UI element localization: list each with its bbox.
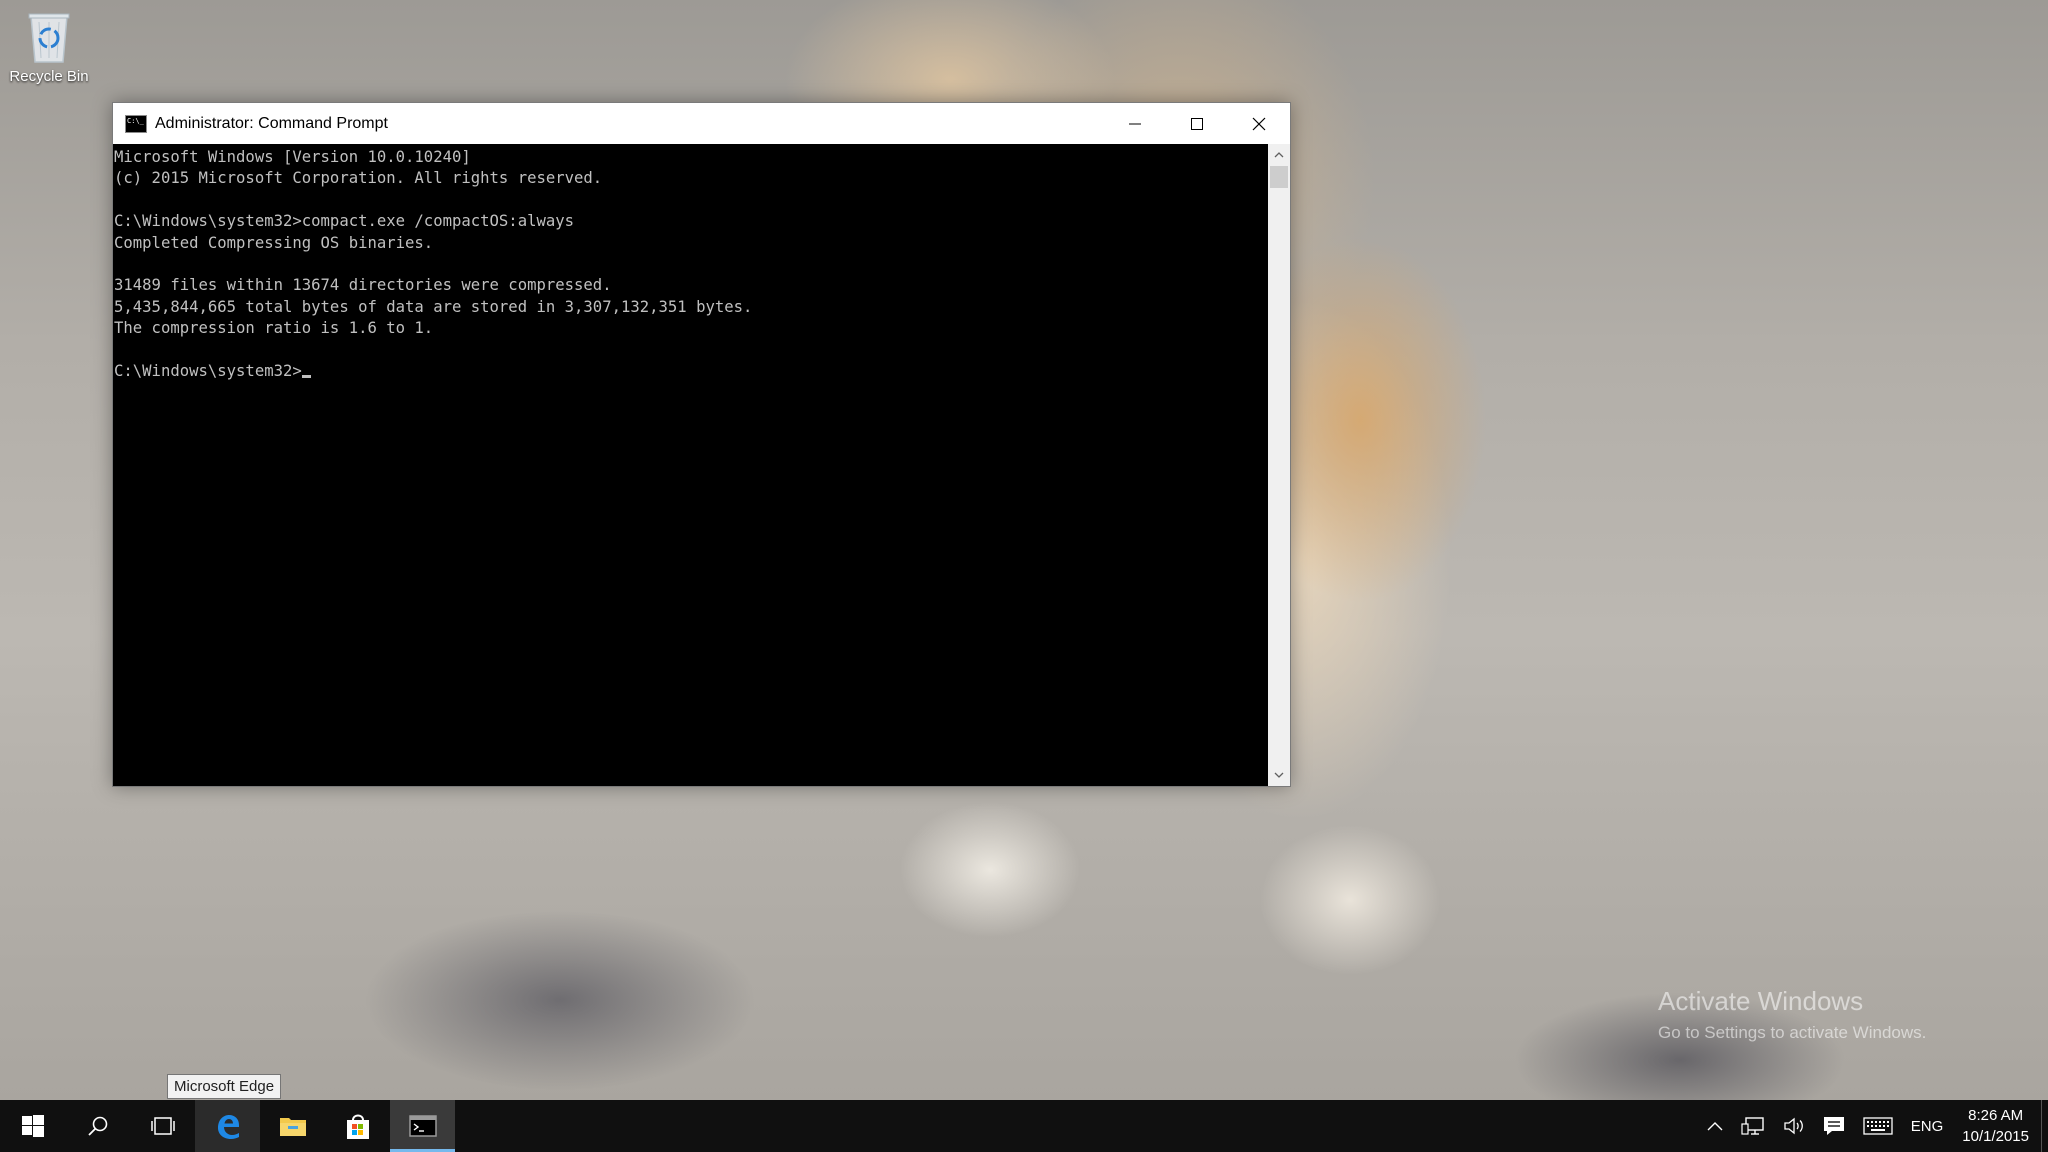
taskbar: ENG 8:26 AM 10/1/2015 (0, 1100, 2048, 1152)
chevron-up-icon (1274, 152, 1284, 158)
recycle-bin-icon (25, 6, 73, 63)
maximize-button[interactable] (1166, 103, 1228, 144)
minimize-button[interactable] (1104, 103, 1166, 144)
show-hidden-icons-button[interactable] (1698, 1100, 1732, 1152)
input-language-button[interactable]: ENG (1902, 1100, 1953, 1152)
task-view-button[interactable] (130, 1100, 195, 1152)
keyboard-icon (1863, 1117, 1893, 1135)
store-button[interactable] (325, 1100, 390, 1152)
clock-time: 8:26 AM (1968, 1107, 2024, 1124)
vertical-scrollbar[interactable] (1268, 144, 1290, 786)
watermark-subtitle: Go to Settings to activate Windows. (1658, 1023, 1927, 1042)
window-titlebar[interactable]: Administrator: Command Prompt (113, 103, 1290, 144)
edge-taskbar-button[interactable] (195, 1100, 260, 1152)
store-icon (346, 1114, 369, 1139)
start-icon (21, 1115, 44, 1137)
volume-button[interactable] (1774, 1100, 1814, 1152)
search-icon (87, 1116, 107, 1136)
network-icon (1741, 1117, 1764, 1135)
close-button[interactable] (1228, 103, 1290, 144)
console-line: Microsoft Windows [Version 10.0.10240] (114, 148, 471, 166)
console-line: Completed Compressing OS binaries. (114, 233, 434, 252)
command-prompt-icon (408, 1115, 437, 1137)
clock-button[interactable]: 8:26 AM 10/1/2015 (1952, 1105, 2041, 1147)
edge-icon (217, 1115, 239, 1139)
close-icon (1252, 117, 1266, 130)
recycle-bin-shortcut[interactable]: Recycle Bin (6, 6, 92, 85)
minimize-icon (1129, 123, 1141, 124)
scroll-down-button[interactable] (1268, 764, 1290, 786)
volume-icon (1784, 1117, 1803, 1135)
file-explorer-icon (279, 1118, 306, 1136)
console-line: The compression ratio is 1.6 to 1. (114, 319, 434, 338)
console-output[interactable]: Microsoft Windows [Version 10.0.10240] (c… (113, 144, 1268, 786)
window-title: Administrator: Command Prompt (155, 114, 388, 132)
console-line: 31489 files within 13674 directories wer… (114, 276, 612, 295)
console-prompt: C:\Windows\system32> (114, 361, 302, 380)
scroll-thumb[interactable] (1270, 166, 1288, 188)
file-explorer-button[interactable] (260, 1100, 325, 1152)
console-line: (c) 2015 Microsoft Corporation. All righ… (114, 169, 603, 188)
search-button[interactable] (65, 1100, 130, 1152)
chevron-up-icon (1707, 1122, 1723, 1131)
console-prompt-line[interactable]: C:\Windows\system32> (114, 361, 1268, 382)
command-prompt-taskbar-button[interactable] (390, 1100, 455, 1152)
watermark-title: Activate Windows (1658, 986, 1864, 1016)
action-center-button[interactable] (1814, 1100, 1854, 1152)
notification-icon (1823, 1117, 1844, 1135)
activation-watermark: Activate Windows Go to Settings to activ… (1658, 986, 1926, 1043)
task-view-icon (150, 1117, 175, 1135)
console-line: 5,435,844,665 total bytes of data are st… (114, 297, 753, 316)
touch-keyboard-button[interactable] (1854, 1100, 1902, 1152)
text-cursor (301, 374, 311, 378)
network-button[interactable] (1732, 1100, 1774, 1152)
recycle-bin-label: Recycle Bin (9, 68, 89, 85)
system-tray: ENG 8:26 AM 10/1/2015 (1698, 1100, 2048, 1152)
show-desktop-button[interactable] (2041, 1100, 2048, 1152)
scroll-up-button[interactable] (1268, 144, 1290, 166)
command-prompt-window[interactable]: Administrator: Command Prompt Microsoft … (112, 102, 1291, 787)
clock-date: 10/1/2015 (1962, 1128, 2029, 1145)
console-line: C:\Windows\system32>compact.exe /compact… (114, 212, 575, 231)
chevron-down-icon (1274, 772, 1284, 778)
maximize-icon (1191, 117, 1203, 130)
command-prompt-icon (125, 114, 147, 133)
edge-tooltip: Microsoft Edge (167, 1074, 282, 1099)
start-button[interactable] (0, 1100, 65, 1152)
